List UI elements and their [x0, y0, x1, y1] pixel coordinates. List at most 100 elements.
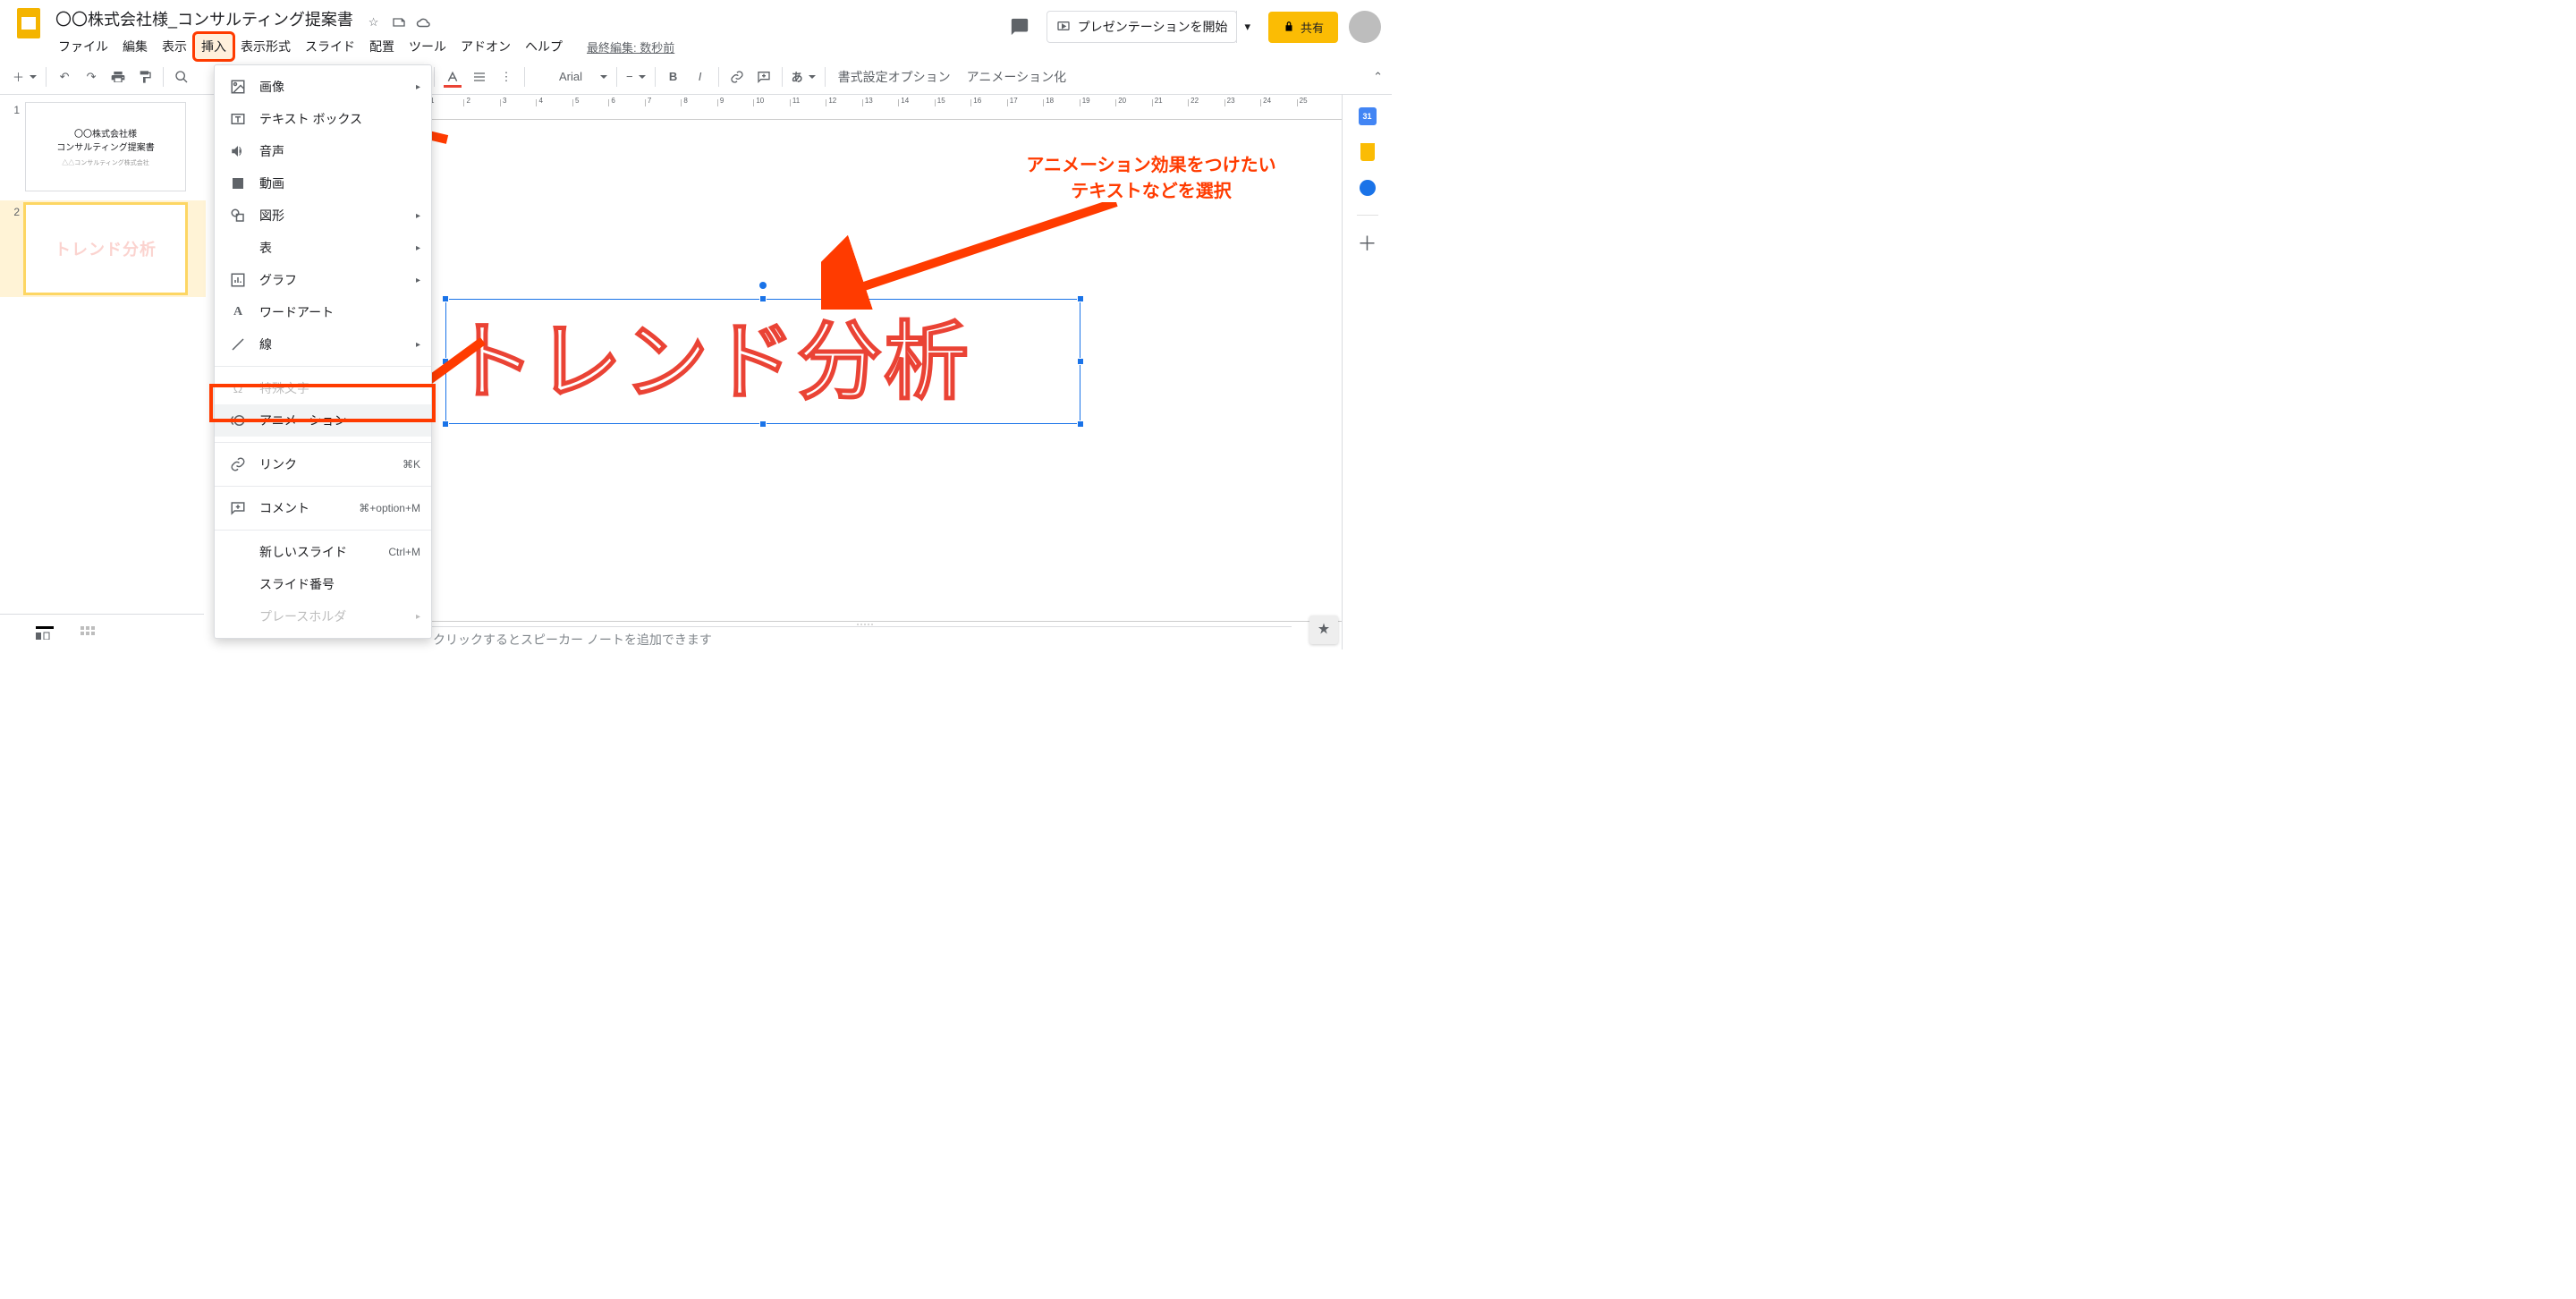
menu-image[interactable]: 画像▸: [215, 71, 431, 103]
menubar: ファイル 編集 表示 挿入 表示形式 スライド 配置 ツール アドオン ヘルプ …: [52, 34, 1004, 59]
toolbar: ＋ ↶ ↷ ⋮ Arial − B I あ 書式設定オプション アニメーション化…: [0, 59, 1392, 95]
share-button[interactable]: 共有: [1268, 12, 1338, 43]
text-color-button[interactable]: [440, 64, 465, 89]
calendar-icon[interactable]: 31: [1359, 107, 1377, 125]
side-panel: 31 ＋: [1342, 95, 1392, 650]
account-avatar[interactable]: [1349, 11, 1381, 43]
redo-button[interactable]: ↷: [79, 64, 104, 89]
menu-shape[interactable]: 図形▸: [215, 200, 431, 232]
wordart-object[interactable]: トレンド分析: [446, 300, 1080, 425]
present-button[interactable]: プレゼンテーションを開始: [1046, 11, 1238, 43]
present-label: プレゼンテーションを開始: [1078, 18, 1228, 36]
input-tools-button[interactable]: あ: [788, 64, 819, 89]
cloud-icon[interactable]: [416, 14, 432, 30]
filmstrip: 1 〇〇株式会社様 コンサルティング提案書 △△コンサルティング株式会社 2 ト…: [0, 95, 206, 650]
move-icon[interactable]: [391, 14, 407, 30]
tasks-icon[interactable]: [1359, 179, 1377, 197]
resize-handle[interactable]: [759, 295, 767, 302]
menu-special-chars: Ω特殊文字: [215, 372, 431, 404]
menu-animation[interactable]: アニメーション: [215, 404, 431, 437]
thumb-number: 1: [7, 102, 20, 191]
undo-button[interactable]: ↶: [52, 64, 77, 89]
speaker-notes[interactable]: クリックするとスピーカー ノートを追加できます: [411, 626, 1292, 650]
keep-icon[interactable]: [1359, 143, 1377, 161]
menu-link[interactable]: リンク⌘K: [215, 448, 431, 480]
font-size-button[interactable]: −: [623, 64, 649, 89]
insert-menu-dropdown: 画像▸ テキスト ボックス 音声 動画 図形▸ 表▸ グラフ▸ Aワードアート …: [214, 64, 432, 639]
view-switcher: [0, 614, 204, 650]
header: 〇〇株式会社様_コンサルティング提案書 ☆ ファイル 編集 表示 挿入 表示形式…: [0, 0, 1392, 59]
ruler-horizontal: 1234567891011121314151617181920212223242…: [428, 95, 1333, 111]
grid-view-icon[interactable]: [80, 626, 98, 639]
format-options-button[interactable]: 書式設定オプション: [831, 64, 958, 89]
align-button[interactable]: [467, 64, 492, 89]
share-label: 共有: [1301, 19, 1324, 36]
menu-insert[interactable]: 挿入: [195, 34, 233, 59]
menu-video[interactable]: 動画: [215, 167, 431, 200]
annotation-text: アニメーション効果をつけたい テキストなどを選択: [986, 150, 1317, 202]
italic-button[interactable]: I: [688, 64, 713, 89]
spacing-button[interactable]: ⋮: [494, 64, 519, 89]
play-icon: [1056, 20, 1071, 34]
menu-wordart[interactable]: Aワードアート: [215, 296, 431, 328]
menu-placeholder: プレースホルダ▸: [215, 600, 431, 633]
link-icon: [227, 455, 249, 473]
image-icon: [227, 78, 249, 96]
doc-title[interactable]: 〇〇株式会社様_コンサルティング提案書: [52, 5, 357, 32]
thumb-number: 2: [7, 204, 20, 293]
paint-format-button[interactable]: [132, 64, 157, 89]
menu-format[interactable]: 表示形式: [234, 34, 297, 59]
slide-thumbnail-2[interactable]: トレンド分析: [25, 204, 186, 293]
menu-chart[interactable]: グラフ▸: [215, 264, 431, 296]
menu-addon[interactable]: アドオン: [454, 34, 517, 59]
menu-file[interactable]: ファイル: [52, 34, 114, 59]
explore-button[interactable]: [1309, 616, 1338, 644]
collapse-toolbar-icon[interactable]: ⌃: [1373, 64, 1383, 89]
omega-icon: Ω: [227, 379, 249, 397]
notes-drag-handle[interactable]: [852, 624, 878, 629]
comment-history-icon[interactable]: [1004, 11, 1036, 43]
menu-arrange[interactable]: 配置: [363, 34, 401, 59]
filmstrip-view-icon[interactable]: [36, 626, 54, 639]
annotation-arrow-icon: [821, 202, 1125, 310]
comment-button[interactable]: [751, 64, 776, 89]
menu-line[interactable]: 線▸: [215, 328, 431, 361]
selection-box[interactable]: トレンド分析: [445, 299, 1080, 424]
resize-handle[interactable]: [1077, 420, 1084, 428]
menu-comment[interactable]: コメント⌘+option+M: [215, 492, 431, 524]
bold-button[interactable]: B: [661, 64, 686, 89]
resize-handle[interactable]: [1077, 358, 1084, 365]
menu-help[interactable]: ヘルプ: [519, 34, 569, 59]
menu-edit[interactable]: 編集: [116, 34, 154, 59]
font-select[interactable]: Arial: [530, 64, 611, 89]
last-edit-link[interactable]: 最終編集: 数秒前: [587, 38, 674, 55]
chart-icon: [227, 271, 249, 289]
lock-icon: [1283, 21, 1295, 33]
menu-slide-number[interactable]: スライド番号: [215, 568, 431, 600]
zoom-button[interactable]: [169, 64, 194, 89]
audio-icon: [227, 142, 249, 160]
menu-view[interactable]: 表示: [156, 34, 193, 59]
slide-thumbnail-1[interactable]: 〇〇株式会社様 コンサルティング提案書 △△コンサルティング株式会社: [25, 102, 186, 191]
shape-icon: [227, 207, 249, 225]
present-dropdown[interactable]: ▾: [1236, 11, 1258, 43]
resize-handle[interactable]: [442, 295, 449, 302]
animate-button[interactable]: アニメーション化: [960, 64, 1073, 89]
addons-plus-icon[interactable]: ＋: [1359, 233, 1377, 251]
print-button[interactable]: [106, 64, 131, 89]
new-slide-button[interactable]: ＋: [9, 64, 40, 89]
rotate-handle[interactable]: [759, 282, 767, 289]
star-icon[interactable]: ☆: [366, 14, 382, 30]
link-button[interactable]: [724, 64, 750, 89]
menu-table[interactable]: 表▸: [215, 232, 431, 264]
menu-tool[interactable]: ツール: [402, 34, 453, 59]
video-icon: [227, 174, 249, 192]
app-logo[interactable]: [11, 5, 47, 41]
wordart-icon: A: [227, 303, 249, 321]
menu-slide[interactable]: スライド: [299, 34, 361, 59]
resize-handle[interactable]: [759, 420, 767, 428]
menu-new-slide[interactable]: 新しいスライドCtrl+M: [215, 536, 431, 568]
textbox-icon: [227, 110, 249, 128]
menu-audio[interactable]: 音声: [215, 135, 431, 167]
menu-textbox[interactable]: テキスト ボックス: [215, 103, 431, 135]
